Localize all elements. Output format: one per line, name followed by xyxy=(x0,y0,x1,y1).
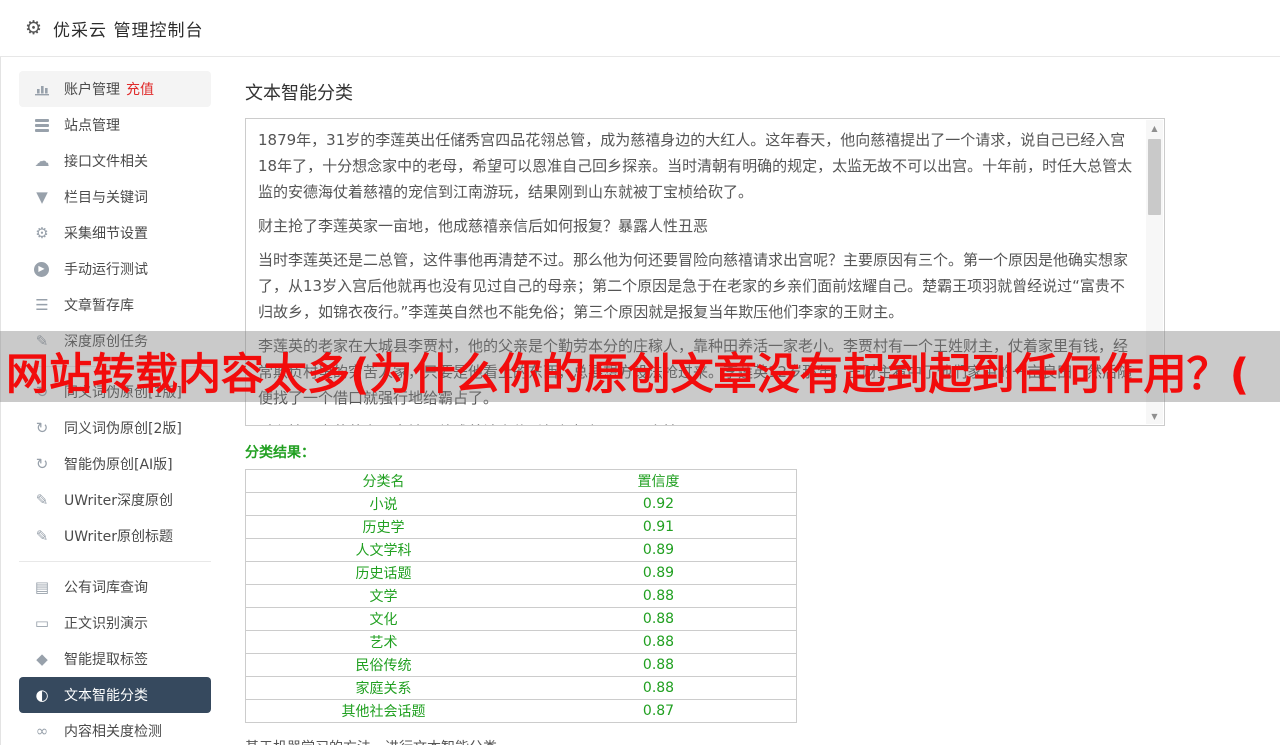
sidebar-item-label: 文本智能分类 xyxy=(64,688,148,704)
category-cell: 人文学科 xyxy=(245,538,521,562)
sidebar-item-label: 采集细节设置 xyxy=(64,226,148,242)
category-cell: 家庭关系 xyxy=(245,676,521,700)
tag-icon: ◆ xyxy=(36,649,48,668)
sidebar-item-label: UWriter深度原创 xyxy=(64,493,173,509)
link-icon: ∞ xyxy=(35,721,49,740)
column-header-category: 分类名 xyxy=(362,474,405,490)
page-title: 文本智能分类 xyxy=(245,83,353,104)
sidebar-item-label: 账户管理 xyxy=(64,82,120,98)
sidebar-item-site-management[interactable]: 站点管理 xyxy=(19,107,211,143)
sidebar-item-public-thesaurus[interactable]: ▤ 公有词库查询 xyxy=(19,569,211,605)
category-cell: 历史话题 xyxy=(245,561,521,585)
sidebar-item-manual-run-test[interactable]: ▶ 手动运行测试 xyxy=(19,251,211,287)
confidence-cell: 0.88 xyxy=(521,676,797,700)
sidebar-item-label: 同义词伪原创[2版] xyxy=(64,421,182,437)
sidebar-item-label: 站点管理 xyxy=(64,118,120,134)
edit-icon: ✎ xyxy=(35,526,49,545)
sidebar-item-label: UWriter原创标题 xyxy=(64,529,173,545)
sidebar-item-label: 手动运行测试 xyxy=(64,262,148,278)
confidence-cell: 0.88 xyxy=(521,607,797,631)
table-row: 历史学 0.91 xyxy=(245,515,797,539)
category-cell: 其他社会话题 xyxy=(245,699,521,723)
sidebar-item-label: 公有词库查询 xyxy=(64,580,148,596)
sidebar-item-label: 接口文件相关 xyxy=(64,154,148,170)
monitor-icon: ▭ xyxy=(34,613,50,632)
recharge-badge[interactable]: 充值 xyxy=(126,79,154,99)
sidebar-item-label: 文章暂存库 xyxy=(64,298,134,314)
servers-icon xyxy=(32,118,52,132)
sidebar-item-label: 栏目与关键词 xyxy=(64,190,148,206)
table-row: 文化 0.88 xyxy=(245,607,797,631)
sidebar-item-ai-rewrite[interactable]: ↻ 智能伪原创[AI版] xyxy=(19,446,211,482)
table-row: 家庭关系 0.88 xyxy=(245,676,797,700)
confidence-cell: 0.88 xyxy=(521,653,797,677)
sidebar-item-columns-keywords[interactable]: ▼ 栏目与关键词 xyxy=(19,179,211,215)
sidebar-item-content-relevance-check[interactable]: ∞ 内容相关度检测 xyxy=(19,713,211,745)
table-header-row: 分类名 置信度 xyxy=(246,470,797,493)
refresh-icon: ↻ xyxy=(35,418,49,437)
sidebar-item-body-recognition-demo[interactable]: ▭ 正文识别演示 xyxy=(19,605,211,641)
sidebar-item-synonym-rewrite-v2[interactable]: ↻ 同义词伪原创[2版] xyxy=(19,410,211,446)
sidebar-item-uwriter-deep-original[interactable]: ✎ UWriter深度原创 xyxy=(19,482,211,518)
sidebar-item-collection-settings[interactable]: ⚙ 采集细节设置 xyxy=(19,215,211,251)
confidence-cell: 0.92 xyxy=(521,492,797,516)
footnote: 基于机器学习的方法，进行文本智能分类。 xyxy=(245,737,1280,745)
sidebar-item-smart-tag-extraction[interactable]: ◆ 智能提取标签 xyxy=(19,641,211,677)
table-row: 艺术 0.88 xyxy=(245,630,797,654)
funnel-icon: ▼ xyxy=(36,187,48,206)
category-cell: 历史学 xyxy=(245,515,521,539)
sidebar-item-interface-files[interactable]: ☁ 接口文件相关 xyxy=(19,143,211,179)
article-paragraph: 当时李莲英还是二总管，这件事他再清楚不过。那么他为何还要冒险向慈禧请求出宫呢？主… xyxy=(258,251,1129,321)
book-icon: ▤ xyxy=(34,577,50,596)
table-row: 文学 0.88 xyxy=(245,584,797,608)
result-label: 分类结果： xyxy=(245,445,315,461)
refresh-icon: ↻ xyxy=(35,454,49,473)
category-cell: 文化 xyxy=(245,607,521,631)
classification-table: 分类名 置信度 小说 0.92 历史学 0.91 人文学科 0.89 历史话题 0.89… xyxy=(245,469,797,723)
gears-icon: ⚙ xyxy=(35,223,49,242)
column-header-confidence: 置信度 xyxy=(637,474,680,490)
sidebar-item-article-staging[interactable]: ☰ 文章暂存库 xyxy=(19,287,211,323)
cloud-upload-icon: ☁ xyxy=(34,151,50,170)
app-header: ⚙ 优采云 管理控制台 xyxy=(0,0,1280,57)
article-paragraph: 1879年，31岁的李莲英出任储秀宫四品花翎总管，成为慈禧身边的大红人。这年春天… xyxy=(258,131,1133,201)
category-cell: 民俗传统 xyxy=(245,653,521,677)
table-row: 历史话题 0.89 xyxy=(245,561,797,585)
gear-icon: ⚙ xyxy=(25,17,43,39)
pie-chart-icon: ◐ xyxy=(35,685,49,704)
sidebar-item-label: 智能提取标签 xyxy=(64,652,148,668)
sidebar-item-label: 智能伪原创[AI版] xyxy=(64,457,173,473)
sidebar-item-account-management[interactable]: 账户管理 充值 xyxy=(19,71,211,107)
category-cell: 文学 xyxy=(245,584,521,608)
confidence-cell: 0.88 xyxy=(521,630,797,654)
scrollbar-thumb[interactable] xyxy=(1148,139,1161,215)
category-cell: 艺术 xyxy=(245,630,521,654)
database-icon: ☰ xyxy=(35,295,49,314)
scroll-down-arrow-icon[interactable]: ▼ xyxy=(1146,408,1163,424)
sidebar-item-text-classification[interactable]: ◐ 文本智能分类 xyxy=(19,677,211,713)
table-row: 其他社会话题 0.87 xyxy=(245,699,797,723)
bar-chart-icon xyxy=(32,83,52,96)
sidebar-item-label: 内容相关度检测 xyxy=(64,724,162,740)
sidebar-item-label: 正文识别演示 xyxy=(64,616,148,632)
confidence-cell: 0.89 xyxy=(521,561,797,585)
confidence-cell: 0.89 xyxy=(521,538,797,562)
watermark-text: 网站转载内容太多(为什么你的原创文章没有起到起到任何作用？( xyxy=(6,350,1250,400)
scroll-up-arrow-icon[interactable]: ▲ xyxy=(1146,120,1163,136)
table-row: 小说 0.92 xyxy=(245,492,797,516)
play-circle-icon: ▶ xyxy=(34,261,49,277)
edit-icon: ✎ xyxy=(35,490,49,509)
article-paragraph: 财主抢了李莲英家一亩地，他成慈禧亲信后如何报复？暴露人性丑恶 xyxy=(258,419,1134,425)
category-cell: 小说 xyxy=(245,492,521,516)
table-row: 人文学科 0.89 xyxy=(245,538,797,562)
confidence-cell: 0.91 xyxy=(521,515,797,539)
sidebar-item-uwriter-original-title[interactable]: ✎ UWriter原创标题 xyxy=(19,518,211,554)
confidence-cell: 0.88 xyxy=(521,584,797,608)
confidence-cell: 0.87 xyxy=(521,699,797,723)
sidebar-divider xyxy=(19,561,211,562)
article-paragraph: 财主抢了李莲英家一亩地，他成慈禧亲信后如何报复？暴露人性丑恶 xyxy=(258,217,709,235)
table-row: 民俗传统 0.88 xyxy=(245,653,797,677)
app-title: 优采云 管理控制台 xyxy=(53,20,204,41)
